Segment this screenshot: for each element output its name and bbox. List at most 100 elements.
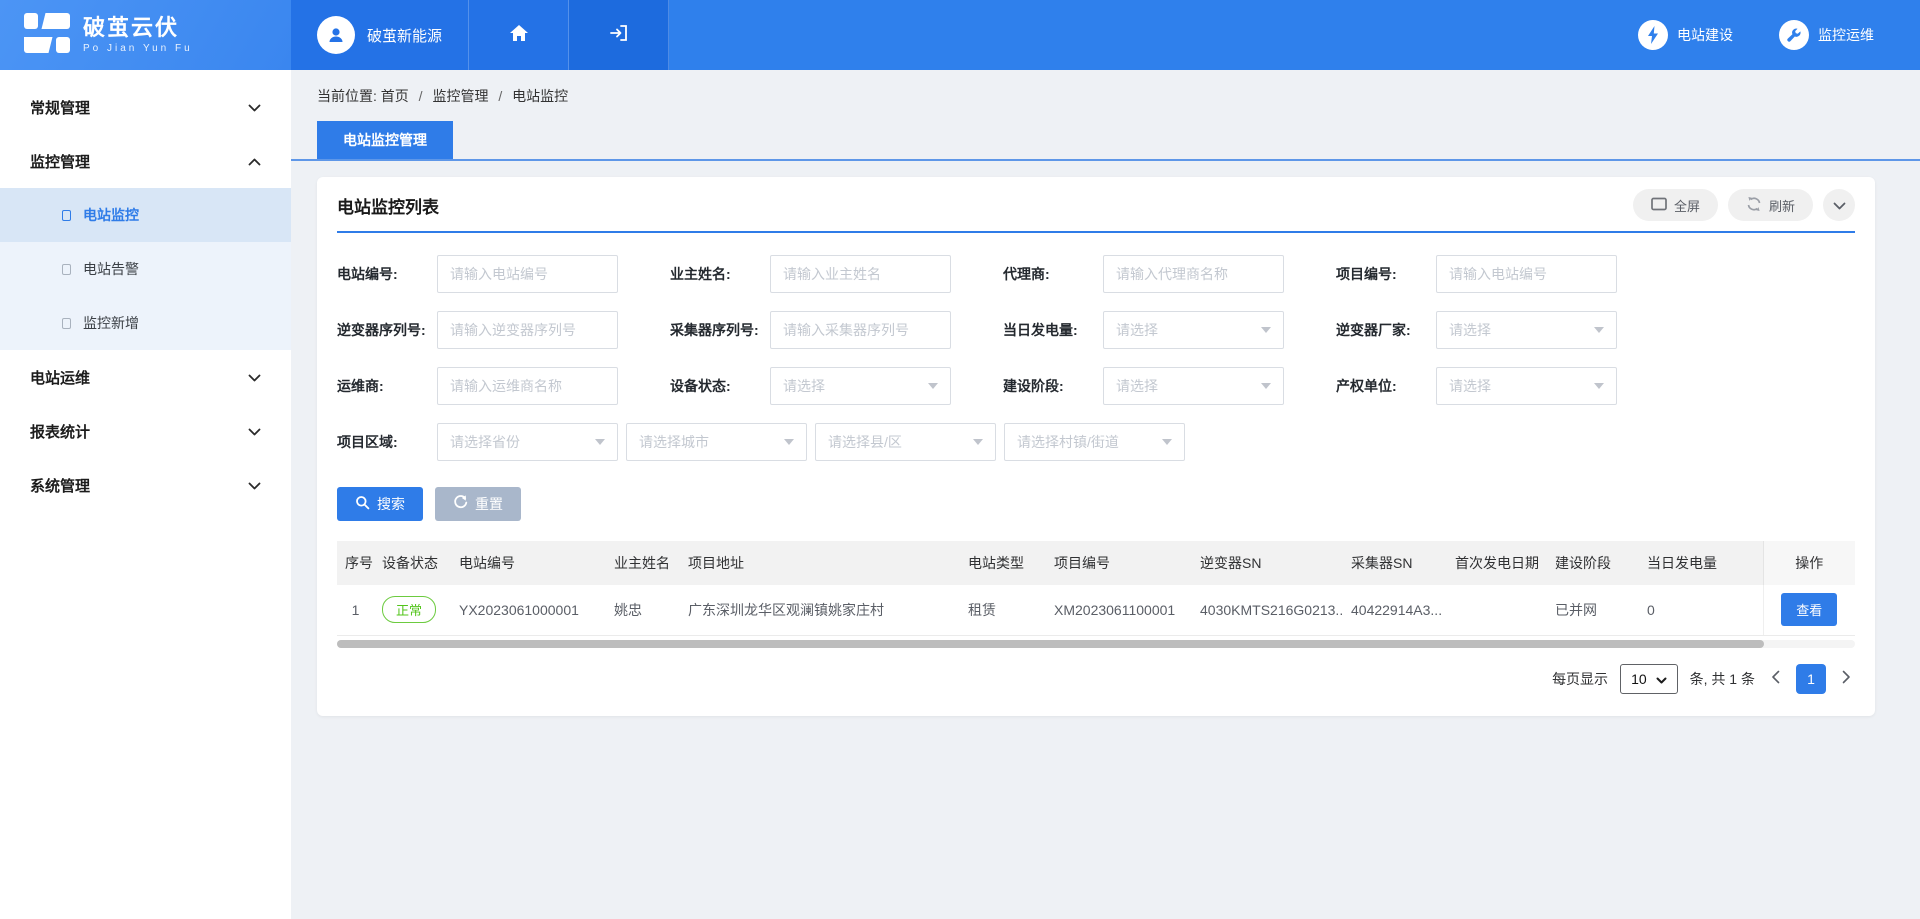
user-icon: [326, 25, 346, 45]
filter-project-no: 项目编号:: [1336, 255, 1669, 293]
horizontal-scrollbar[interactable]: [337, 640, 1855, 648]
filter-row: 运维商: 设备状态: 请选择 建设阶段: 请选择: [337, 367, 1855, 405]
sidebar-item-station-ops[interactable]: 电站运维: [0, 350, 291, 404]
chevron-up-icon: [248, 153, 261, 170]
sidebar-item-system-mgmt[interactable]: 系统管理: [0, 458, 291, 512]
project-no-label: 项目编号:: [1336, 264, 1436, 284]
nav-monitor-ops[interactable]: 监控运维: [1779, 0, 1874, 70]
breadcrumb-home[interactable]: 首页: [381, 88, 409, 104]
avatar: [317, 16, 355, 54]
search-button[interactable]: 搜索: [337, 487, 423, 521]
per-page-select[interactable]: 10: [1620, 664, 1678, 694]
col-index: 序号: [337, 541, 374, 585]
col-stage: 建设阶段: [1547, 541, 1639, 585]
cell-first-gen-date: [1447, 585, 1547, 635]
search-icon: [355, 495, 370, 513]
filter-row: 逆变器序列号: 采集器序列号: 当日发电量: 请选择: [337, 311, 1855, 349]
build-stage-label: 建设阶段:: [1003, 376, 1103, 396]
cell-address: 广东深圳龙华区观澜镇姚家庄村: [680, 585, 960, 635]
station-monitor-panel: 电站监控列表 全屏: [317, 177, 1875, 716]
prev-page-button[interactable]: [1767, 668, 1784, 689]
owner-unit-label: 产权单位:: [1336, 376, 1436, 396]
om-vendor-input[interactable]: [437, 367, 618, 405]
sidebar-item-monitor-mgmt[interactable]: 监控管理: [0, 134, 291, 188]
select-placeholder: 请选择县/区: [828, 432, 902, 452]
brand-logo[interactable]: 破茧云伏 Po Jian Yun Fu: [0, 0, 291, 70]
county-select[interactable]: 请选择县/区: [815, 423, 996, 461]
collapse-panel-button[interactable]: [1823, 189, 1855, 221]
station-no-input[interactable]: [437, 255, 618, 293]
om-vendor-label: 运维商:: [337, 376, 437, 396]
inverter-maker-label: 逆变器厂家:: [1336, 320, 1436, 340]
view-button[interactable]: 查看: [1781, 593, 1837, 626]
col-project-no: 项目编号: [1046, 541, 1192, 585]
panel-header-buttons: 全屏 刷新: [1633, 189, 1855, 221]
agent-input[interactable]: [1103, 255, 1284, 293]
chevron-down-icon: [248, 369, 261, 386]
header-spacer: [669, 0, 1638, 70]
province-select[interactable]: 请选择省份: [437, 423, 618, 461]
refresh-button[interactable]: 刷新: [1728, 189, 1813, 221]
brand-logo-icon: [24, 13, 70, 58]
table-row: 1 正常 YX2023061000001 姚忠 广东深圳龙华区观澜镇姚家庄村 租…: [337, 585, 1855, 635]
cell-collector-sn: 40422914A3...: [1343, 585, 1447, 635]
sidebar-item-report-stats[interactable]: 报表统计: [0, 404, 291, 458]
chevron-down-icon: [1594, 327, 1604, 333]
cell-project-no: XM2023061100001: [1046, 585, 1192, 635]
sidebar-item-general-mgmt[interactable]: 常规管理: [0, 80, 291, 134]
cell-daily-gen: 0: [1639, 585, 1763, 635]
chevron-down-icon: [928, 383, 938, 389]
tab-station-monitor-mgmt[interactable]: 电站监控管理: [317, 121, 453, 159]
device-status-select[interactable]: 请选择: [770, 367, 951, 405]
sidebar-submenu: 电站监控 电站告警 监控新增: [0, 188, 291, 350]
city-select[interactable]: 请选择城市: [626, 423, 807, 461]
owner-unit-select[interactable]: 请选择: [1436, 367, 1617, 405]
page-1-button[interactable]: 1: [1796, 664, 1826, 694]
build-stage-select[interactable]: 请选择: [1103, 367, 1284, 405]
filter-om-vendor: 运维商:: [337, 367, 670, 405]
nav-station-build-label: 电站建设: [1677, 25, 1733, 45]
next-page-button[interactable]: [1838, 668, 1855, 689]
refresh-label: 刷新: [1769, 196, 1795, 215]
station-table-area: 序号 设备状态 电站编号 业主姓名 项目地址 电站类型 项目编号 逆变器SN 采…: [317, 521, 1875, 716]
chevron-down-icon: [1656, 671, 1667, 687]
cell-station-no: YX2023061000001: [451, 585, 606, 635]
fullscreen-button[interactable]: 全屏: [1633, 189, 1718, 221]
region-label: 项目区域:: [337, 432, 437, 452]
collector-sn-input[interactable]: [770, 311, 951, 349]
sidebar-subitem-station-monitor[interactable]: 电站监控: [0, 188, 291, 242]
col-action: 操作: [1763, 541, 1855, 585]
top-header: 破茧云伏 Po Jian Yun Fu 破茧新能源: [0, 0, 1920, 70]
scrollbar-thumb[interactable]: [337, 640, 1764, 648]
breadcrumb-monitor-mgmt[interactable]: 监控管理: [432, 88, 488, 104]
sidebar-subitem-station-alarm[interactable]: 电站告警: [0, 242, 291, 296]
chevron-down-icon: [1162, 439, 1172, 445]
filter-actions: 搜索 重置: [317, 479, 1875, 521]
inverter-maker-select[interactable]: 请选择: [1436, 311, 1617, 349]
lightning-icon: [1638, 20, 1668, 50]
home-button[interactable]: [469, 0, 569, 70]
town-select[interactable]: 请选择村镇/街道: [1004, 423, 1185, 461]
sidebar-subitem-monitor-add[interactable]: 监控新增: [0, 296, 291, 350]
reset-button[interactable]: 重置: [435, 487, 521, 521]
nav-station-build[interactable]: 电站建设: [1638, 0, 1733, 70]
inverter-sn-input[interactable]: [437, 311, 618, 349]
logout-button[interactable]: [569, 0, 669, 70]
sidebar-item-label: 电站运维: [30, 367, 90, 388]
daily-gen-select[interactable]: 请选择: [1103, 311, 1284, 349]
filter-inverter-sn: 逆变器序列号:: [337, 311, 670, 349]
user-menu[interactable]: 破茧新能源: [291, 0, 469, 70]
col-collector-sn: 采集器SN: [1343, 541, 1447, 585]
sidebar-subitem-label: 电站监控: [83, 205, 139, 225]
owner-name-input[interactable]: [770, 255, 951, 293]
panel-title: 电站监控列表: [337, 193, 439, 218]
project-no-input[interactable]: [1436, 255, 1617, 293]
main-content: 当前位置: 首页 / 监控管理 / 电站监控 电站监控管理 电站监控列表 全屏: [291, 70, 1920, 919]
filter-collector-sn: 采集器序列号:: [670, 311, 1003, 349]
sidebar-item-label: 监控管理: [30, 151, 90, 172]
chevron-left-icon: [1771, 670, 1780, 687]
nav-monitor-ops-label: 监控运维: [1818, 25, 1874, 45]
tab-bar: 电站监控管理: [291, 121, 1920, 161]
collector-sn-label: 采集器序列号:: [670, 320, 770, 340]
sidebar-item-label: 常规管理: [30, 97, 90, 118]
